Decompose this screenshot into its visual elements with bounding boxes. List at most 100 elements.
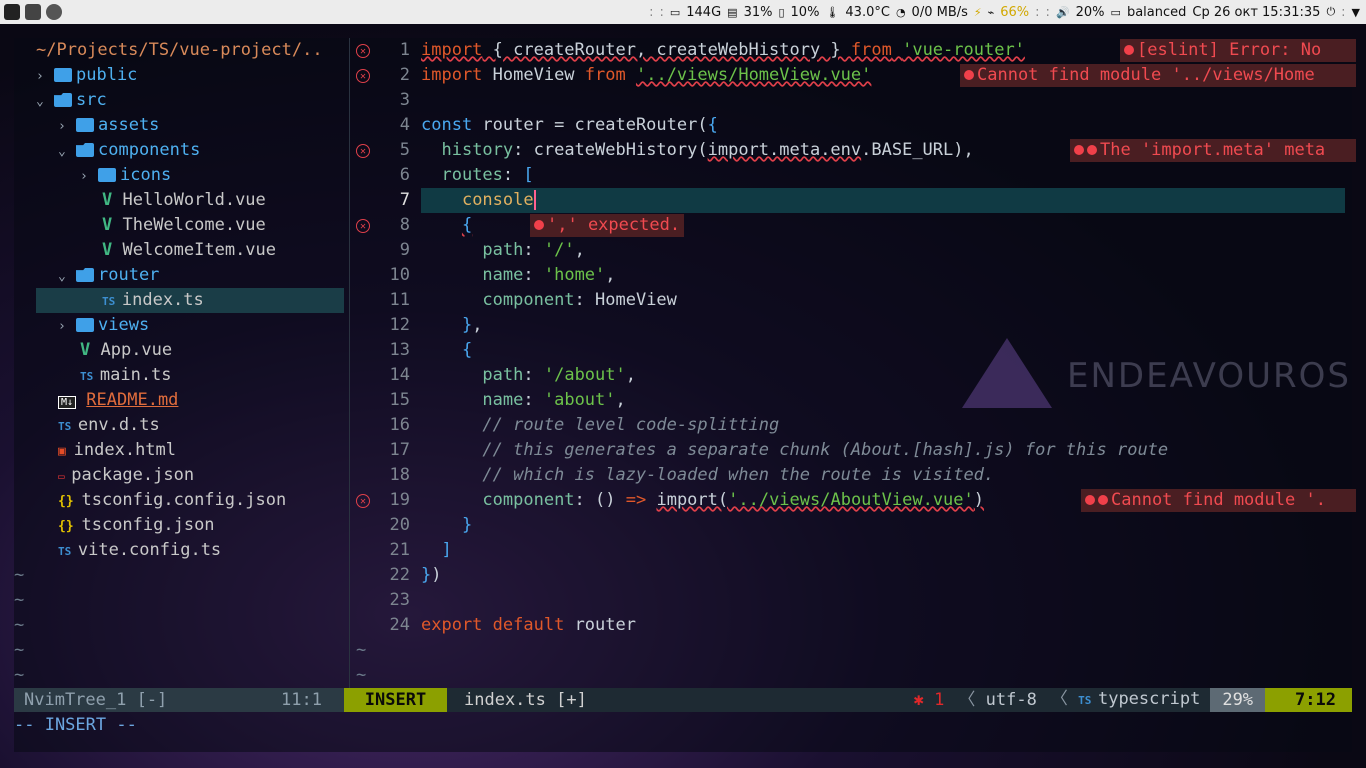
battery-level: 66% [1000,4,1030,20]
code-line: component: () => import('../views/AboutV… [482,490,985,510]
code-line: console [461,190,536,210]
code-line: name: 'home', [482,265,616,285]
disk-usage: 144G [686,4,722,20]
html5-icon: ▣ [58,444,74,459]
clock: Ср 26 окт 15:31:35 [1192,4,1321,20]
tree-item-index-ts[interactable]: TS index.ts [36,288,344,313]
tree-item-vite-config[interactable]: TS vite.config.ts [58,538,221,563]
tree-item-thewelcome[interactable]: V TheWelcome.vue [102,213,266,238]
tree-item-views[interactable]: › views [58,313,149,338]
diagnostic-line-8: ',' expected. [530,214,685,237]
line-number: 9 [399,240,410,260]
vue-icon: V [80,340,101,360]
code-line: history: createWebHistory(import.meta.en… [441,140,974,160]
line-number: 18 [389,465,410,485]
terminal-window[interactable]: ENDEAVOUROS ~/Projects/TS/vue-project/..… [14,38,1356,752]
wifi-icon: ◔ [895,5,906,19]
app-menu-icon[interactable] [4,4,20,20]
line-number: 19 [389,490,410,510]
error-dot-icon [1074,145,1084,155]
error-dot-icon [1087,145,1097,155]
tree-item-src[interactable]: ⌄ src [36,88,107,113]
error-dot-icon [964,70,974,80]
tree-item-assets[interactable]: › assets [58,113,159,138]
cpu-usage: 31% [743,4,773,20]
volume-icon[interactable]: 🔊 [1056,6,1070,19]
diagnostic-line-5: The 'import.meta' meta [1070,139,1356,162]
power-profile[interactable]: balanced [1127,5,1186,20]
code-line: path: '/', [482,240,585,260]
tree-item-router[interactable]: ⌄ router [58,263,159,288]
line-number: 2 [399,65,410,85]
tree-item-components[interactable]: ⌄ components [58,138,200,163]
filetype: 〈 TS typescript [1050,689,1201,709]
line-number: 11 [389,290,410,310]
terminal-icon[interactable] [25,4,41,20]
code-editor[interactable]: ✕ ✕ ✕ ✕ ✕ 1 2 3 4 5 6 7 8 9 10 11 12 13 … [350,38,1356,688]
code-line: routes: [ [441,165,534,185]
line-number: 16 [389,415,410,435]
network-tray-icon[interactable]: ▼ [1352,6,1360,19]
code-line: path: '/about', [482,365,636,385]
line-number: 20 [389,515,410,535]
tree-item-public[interactable]: › public [36,63,137,88]
tree-item-welcomeitem[interactable]: V WelcomeItem.vue [102,238,276,263]
line-number: 24 [389,615,410,635]
line-number: 13 [389,340,410,360]
error-dot-icon [1085,495,1095,505]
vue-icon: V [102,215,123,235]
refresh-icon[interactable] [46,4,62,20]
buffer-filename: index.ts [+] [464,690,587,710]
line-number: 12 [389,315,410,335]
line-number: 5 [399,140,410,160]
diagnostic-line-2: Cannot find module '../views/Home [960,64,1356,87]
tree-item-app-vue[interactable]: V App.vue [80,338,172,363]
tree-item-readme[interactable]: M↓ README.md [58,388,178,413]
code-line: // route level code-splitting [421,415,780,435]
scroll-percent: 29% [1210,688,1266,712]
tree-item-icons[interactable]: › icons [80,163,171,188]
net-speed: 0/0 MB/s [911,4,968,20]
tree-item-main-ts[interactable]: TS main.ts [80,363,172,388]
diagnostic-line-19: Cannot find module '. [1081,489,1356,512]
tree-item-package-json[interactable]: ▭ package.json [58,463,194,488]
command-line[interactable]: -- INSERT -- [14,713,137,738]
folder-icon [76,118,94,132]
code-line: } [461,515,473,535]
tree-item-env-d-ts[interactable]: TS env.d.ts [58,413,160,438]
vue-icon: V [102,190,123,210]
folder-icon [76,318,94,332]
vue-icon: V [102,240,123,260]
line-number: 17 [389,440,410,460]
memory-usage: 10% [790,4,820,20]
memory-icon: ▯ [778,5,785,19]
line-number: 1 [399,40,410,60]
line-number: 22 [389,565,410,585]
error-dot-icon [534,220,544,230]
tree-item-tsconfig-config[interactable]: {} tsconfig.config.json [58,488,286,513]
tree-item-index-html[interactable]: ▣ index.html [58,438,176,463]
code-line: }) [421,565,442,585]
folder-icon [54,68,72,82]
tree-item-tsconfig[interactable]: {} tsconfig.json [58,513,215,538]
typescript-icon: TS [58,420,78,433]
tree-item-helloworld[interactable]: V HelloWorld.vue [102,188,266,213]
power-icon[interactable]: ⏻ [1326,5,1335,19]
code-line: import { createRouter, createWebHistory … [421,40,1025,60]
code-line: ] [441,540,452,560]
error-dot-icon [1098,495,1108,505]
cpu-temp: 43.0°C [845,4,890,20]
tree-status: NvimTree_1 [-] 11:1 [14,688,344,712]
folder-open-icon [54,93,72,107]
error-sign-icon: ✕ [356,44,370,58]
error-sign-icon: ✕ [356,219,370,233]
power-profile-icon: ▭ [1110,5,1121,19]
code-line: import HomeView from '../views/HomeView.… [421,65,872,85]
code-line: component: HomeView [482,290,677,310]
line-number: 23 [389,590,410,610]
error-sign-icon: ✕ [356,69,370,83]
code-line: { [461,340,473,360]
file-tree[interactable]: ~/Projects/TS/vue-project/.. › public ⌄ sr… [14,38,349,688]
line-number: 10 [389,265,410,285]
code-line: export default router [421,615,636,635]
